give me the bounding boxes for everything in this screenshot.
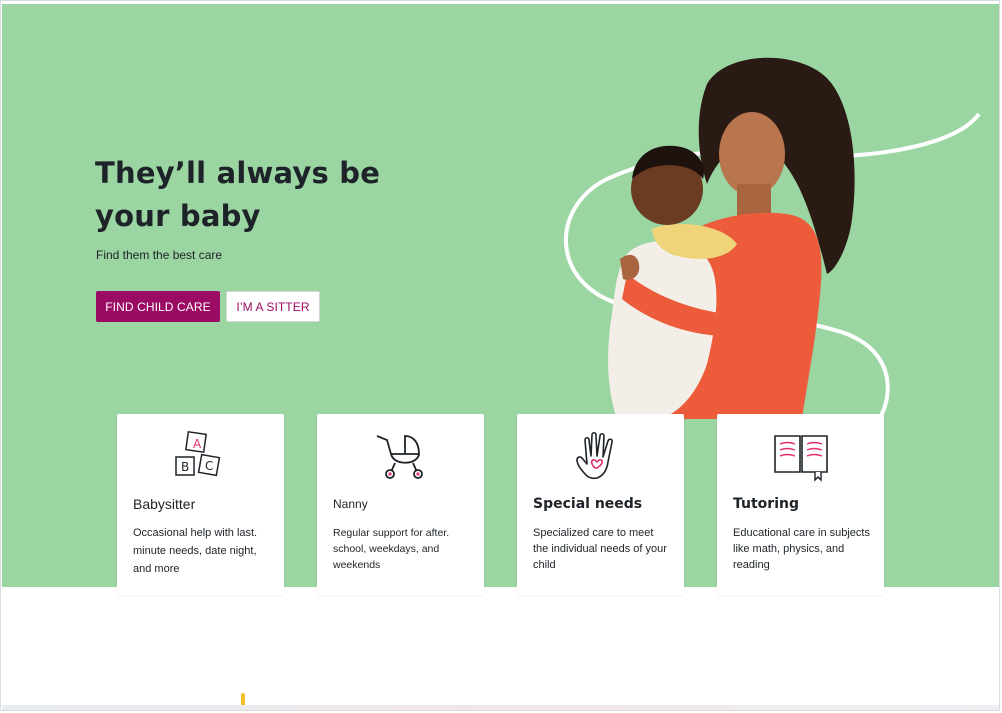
hero-subhead: Find them the best care bbox=[96, 248, 223, 262]
svg-text:A: A bbox=[193, 437, 202, 451]
card-tutoring[interactable]: Tutoring Educational care in subjects li… bbox=[717, 414, 884, 595]
card-special-needs[interactable]: Special needs Specialized care to meet t… bbox=[517, 414, 684, 595]
bottom-divider bbox=[2, 705, 999, 710]
card-title: Tutoring bbox=[733, 496, 799, 512]
hero-headline: They’ll always be your baby bbox=[95, 156, 381, 233]
svg-text:B: B bbox=[181, 460, 189, 474]
page-frame: They’ll always be your baby Find them th… bbox=[0, 0, 1000, 711]
card-babysitter[interactable]: A B C Babysitter Occasional help with la… bbox=[117, 414, 284, 595]
card-title: Nanny bbox=[333, 497, 368, 511]
stroller-icon bbox=[376, 435, 423, 479]
hand-heart-icon bbox=[575, 431, 613, 480]
hero-photo-mother-and-baby bbox=[563, 57, 981, 419]
card-title: Special needs bbox=[533, 496, 643, 512]
card-description: Educational care in subjects like math, … bbox=[733, 527, 870, 571]
card-title: Babysitter bbox=[133, 496, 196, 512]
abc-blocks-icon: A B C bbox=[174, 430, 220, 477]
find-child-care-button[interactable]: FIND CHILD CARE bbox=[96, 291, 220, 322]
card-description: Occasional help with last. minute needs,… bbox=[133, 527, 258, 575]
svg-text:C: C bbox=[205, 459, 213, 473]
im-a-sitter-button[interactable]: I’M A SITTER bbox=[226, 291, 320, 322]
card-description: Regular support for after. school, weekd… bbox=[333, 527, 450, 571]
open-book-icon bbox=[773, 435, 828, 482]
card-nanny[interactable]: Nanny Regular support for after. school,… bbox=[317, 414, 484, 595]
card-description: Specialized care to meet the individual … bbox=[533, 527, 667, 571]
